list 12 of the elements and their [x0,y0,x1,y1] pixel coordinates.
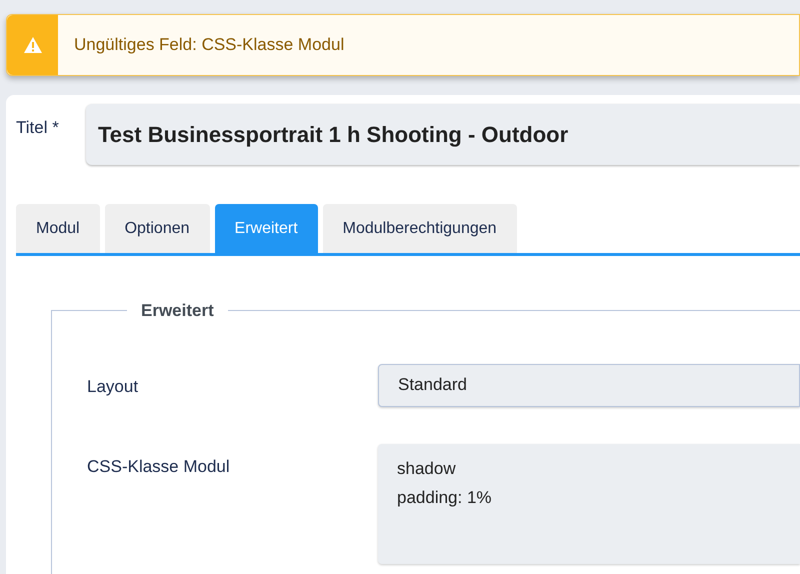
title-input[interactable]: Test Businessportrait 1 h Shooting - Outdoor [86,104,800,165]
field-label: Layout [87,376,140,398]
tab[interactable]: Modul [16,204,100,253]
fieldset-legend: Erweitert [127,298,228,324]
layout-select[interactable]: Standard [378,364,800,406]
css-class-textarea[interactable]: shadow padding: 1% [378,444,800,564]
warning-icon [24,37,42,53]
tab[interactable]: Optionen [104,204,210,253]
tab[interactable]: Modulberechtigungen [322,204,517,253]
field-label: CSS-Klasse Modul [87,456,231,478]
title-label: Titel * [16,117,60,139]
alert-message: Ungültiges Feld: CSS-Klasse Modul [74,34,344,56]
